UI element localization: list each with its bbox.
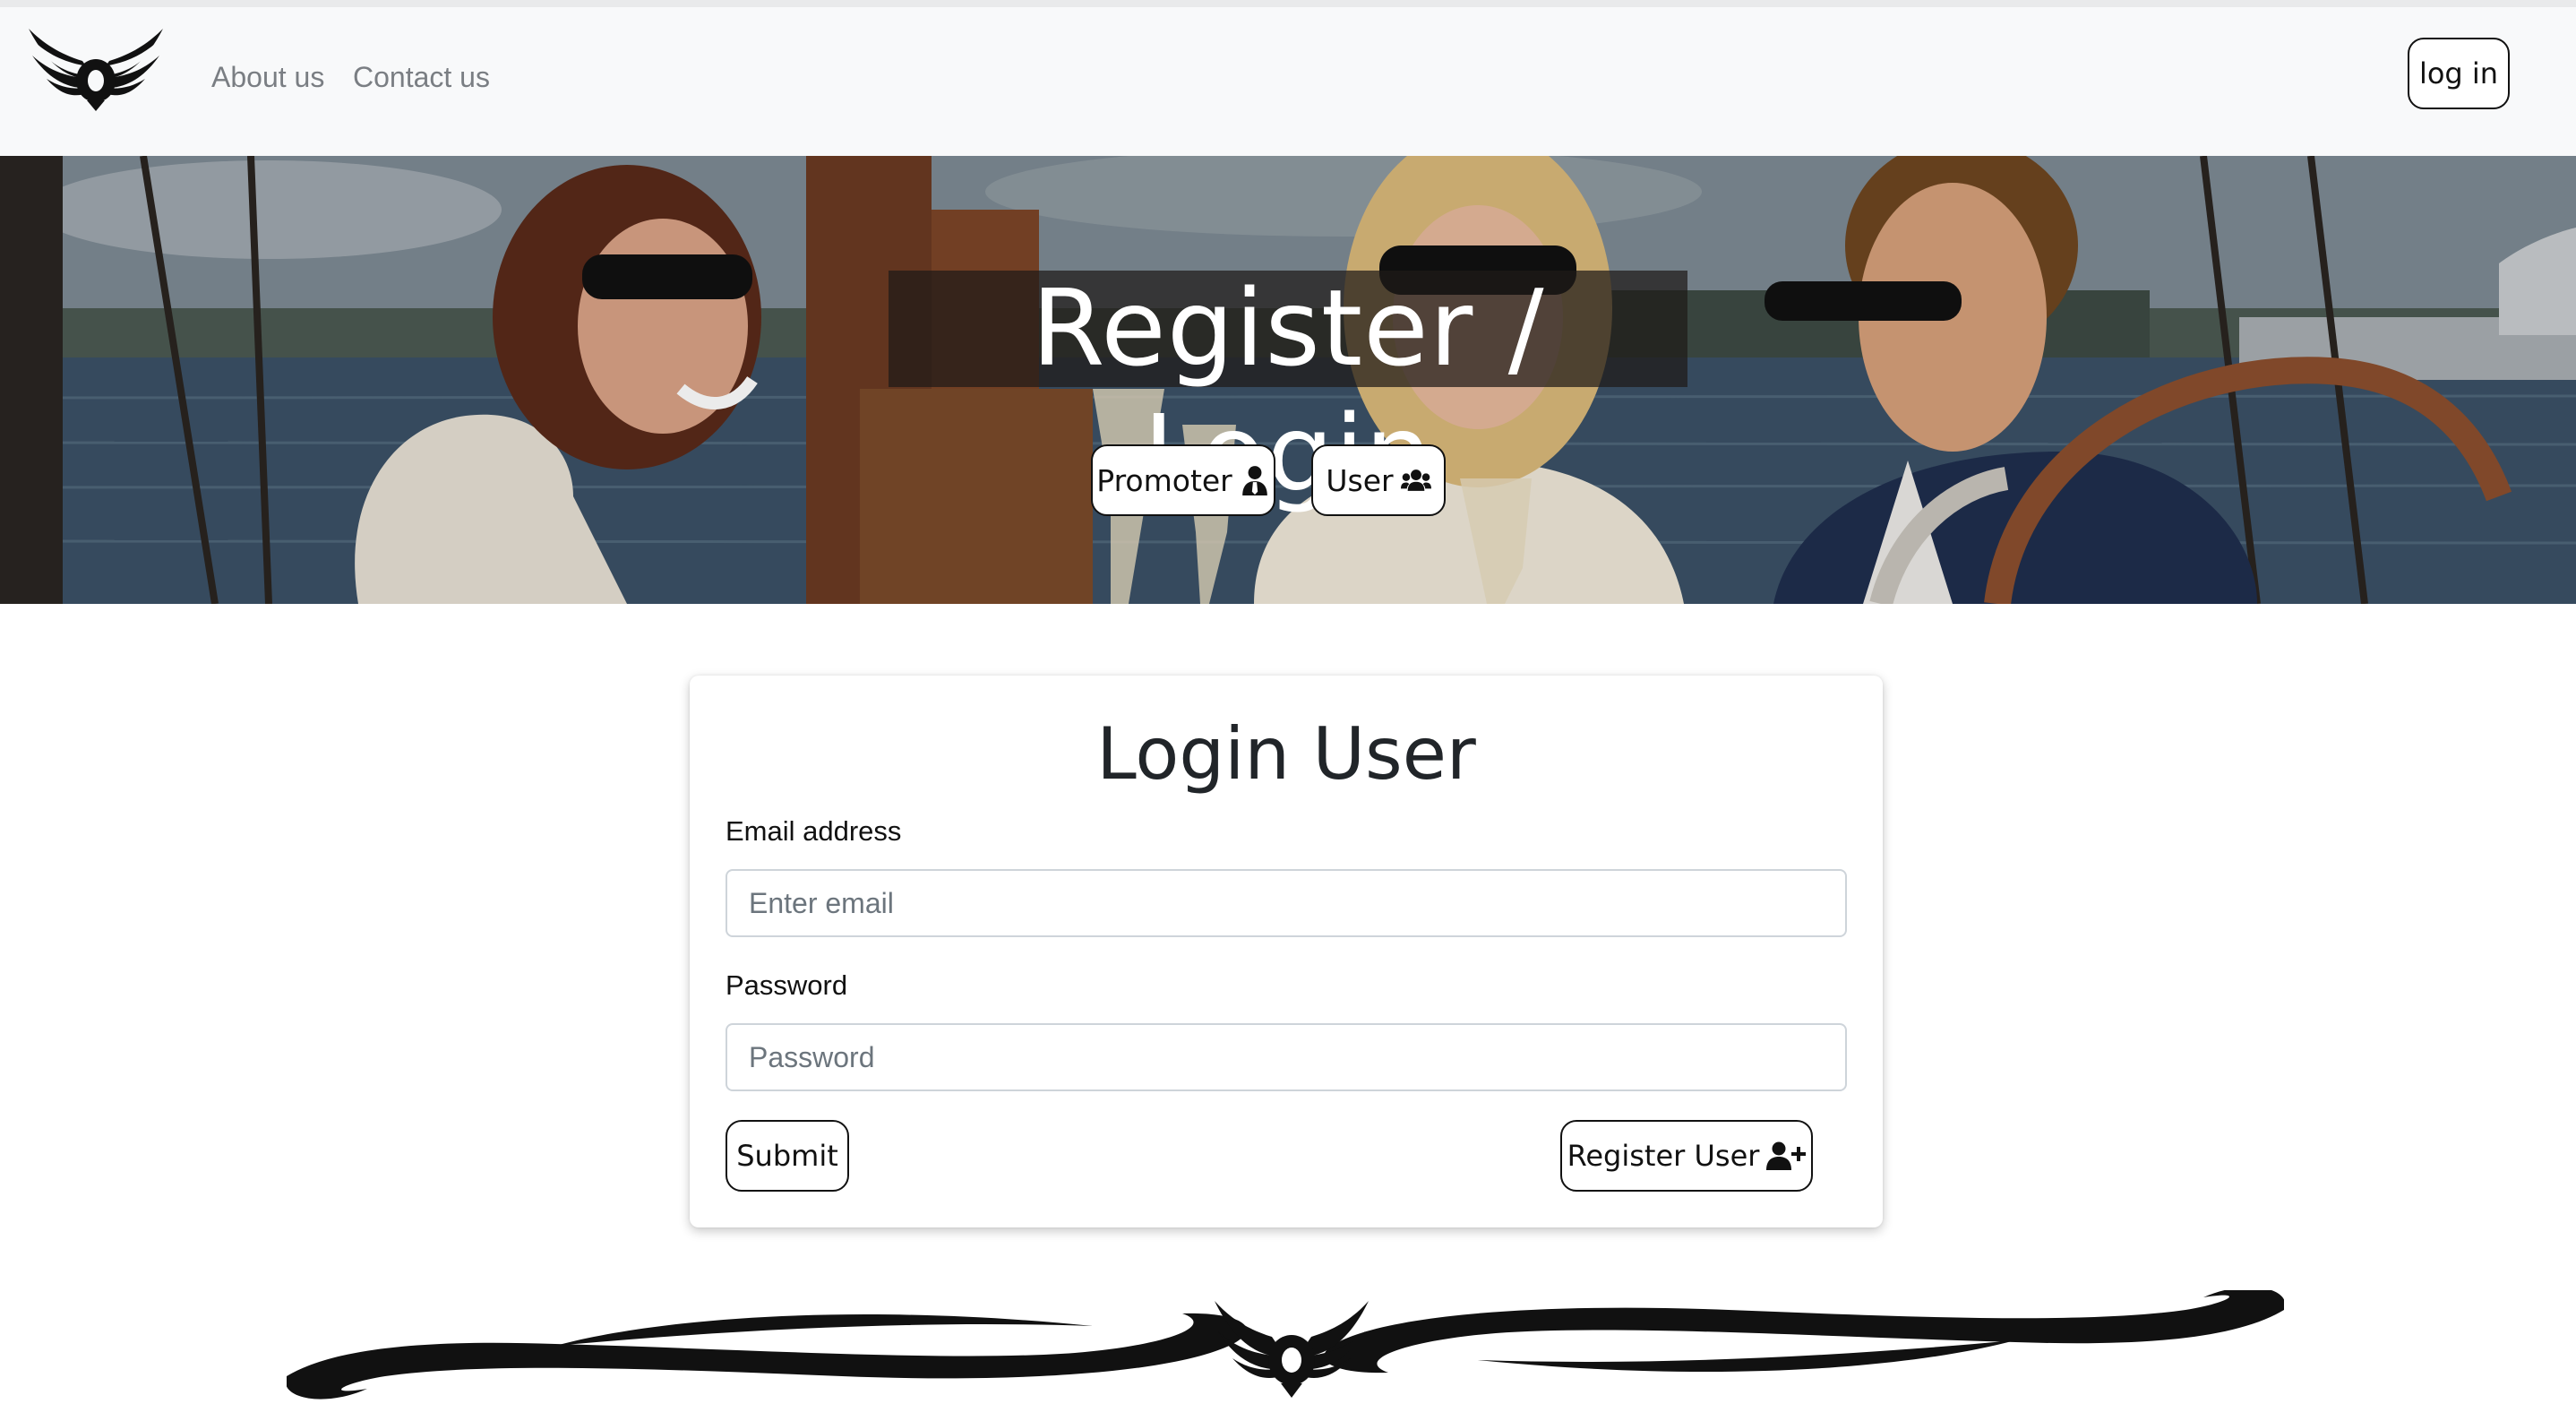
navbar: About us Contact us log in — [0, 7, 2576, 156]
hero-title: Register / Login — [1031, 266, 1545, 515]
promoter-button-label: Promoter — [1096, 462, 1232, 498]
winged-o-flourish-icon — [287, 1290, 2284, 1399]
submit-button[interactable]: Submit — [726, 1120, 849, 1192]
login-title: Login User — [1096, 712, 1476, 796]
nav-about-link[interactable]: About us — [211, 61, 324, 94]
email-label: Email address — [726, 815, 902, 847]
hero-banner: Register / Login Promoter User — [0, 156, 2576, 604]
winged-o-logo-icon[interactable] — [23, 16, 168, 111]
users-icon — [1400, 469, 1431, 491]
page: About us Contact us log in Register / Lo… — [0, 0, 2576, 1421]
password-input[interactable] — [726, 1023, 1847, 1091]
user-plus-icon — [1766, 1141, 1807, 1170]
top-border — [0, 0, 2576, 7]
promoter-button[interactable]: Promoter — [1091, 444, 1275, 516]
password-label: Password — [726, 969, 848, 1001]
user-button-label: User — [1326, 462, 1394, 498]
email-input[interactable] — [726, 869, 1847, 937]
register-user-label: Register User — [1567, 1139, 1760, 1173]
login-card: Login User Email address Password Submit… — [690, 676, 1883, 1227]
user-tie-icon — [1241, 466, 1267, 495]
register-user-button[interactable]: Register User — [1560, 1120, 1813, 1192]
nav-contact-link[interactable]: Contact us — [353, 61, 490, 94]
user-button[interactable]: User — [1311, 444, 1446, 516]
login-button[interactable]: log in — [2408, 38, 2510, 109]
